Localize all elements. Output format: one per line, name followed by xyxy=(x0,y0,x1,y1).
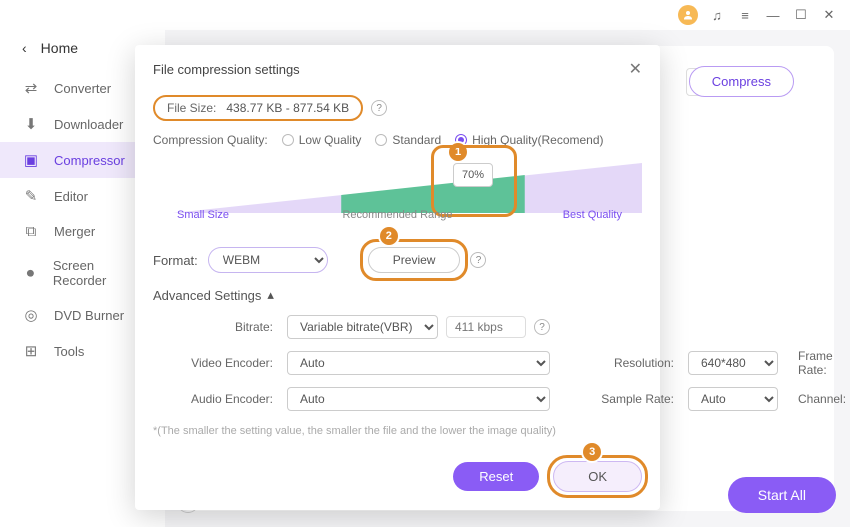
sample-rate-label: Sample Rate: xyxy=(564,392,674,406)
filesize-value: 438.77 KB - 877.54 KB xyxy=(226,101,349,115)
headset-icon[interactable]: ♫ xyxy=(708,6,726,24)
sidebar-icon: ⧉ xyxy=(22,223,40,240)
chevron-up-icon: ▴ xyxy=(267,287,274,303)
format-label: Format: xyxy=(153,253,198,268)
sidebar-item-label: Downloader xyxy=(54,117,123,132)
radio-low[interactable]: Low Quality xyxy=(282,133,362,147)
quality-label: Compression Quality: xyxy=(153,133,268,147)
highlight-3 xyxy=(547,455,648,498)
sidebar-item-label: Compressor xyxy=(54,153,125,168)
sidebar-icon: ⬇ xyxy=(22,115,40,133)
quality-note: *(The smaller the setting value, the sma… xyxy=(153,425,642,437)
home-label: Home xyxy=(41,40,78,56)
sidebar-item-label: DVD Burner xyxy=(54,308,124,323)
resolution-select[interactable]: 640*480 xyxy=(688,351,778,375)
menu-icon[interactable]: ≡ xyxy=(736,6,754,24)
radio-standard-label: Standard xyxy=(392,133,441,147)
sidebar-icon: ⇄ xyxy=(22,79,40,97)
reset-button[interactable]: Reset xyxy=(453,462,539,491)
info-icon[interactable]: ? xyxy=(371,100,387,116)
bitrate-label: Bitrate: xyxy=(153,320,273,334)
radio-low-label: Low Quality xyxy=(299,133,362,147)
start-all-button[interactable]: Start All xyxy=(728,477,836,513)
bitrate-input[interactable] xyxy=(446,316,526,338)
advanced-settings-toggle[interactable]: Advanced Settings▴ xyxy=(153,287,642,303)
resolution-label: Resolution: xyxy=(564,356,674,370)
sidebar-icon: ▣ xyxy=(22,151,40,169)
compress-button[interactable]: Compress xyxy=(689,66,794,97)
modal-title: File compression settings xyxy=(153,62,300,77)
range-mid-label: Recommended Range xyxy=(153,209,642,221)
frame-rate-label: Frame Rate: xyxy=(798,349,850,377)
sidebar-item-label: Tools xyxy=(54,344,84,359)
format-select[interactable]: WEBM xyxy=(208,247,328,273)
sidebar-item-label: Screen Recorder xyxy=(53,258,145,288)
sidebar-icon: ◎ xyxy=(22,306,40,324)
sidebar-item-label: Converter xyxy=(54,81,111,96)
step-badge-2: 2 xyxy=(380,227,398,245)
compression-settings-modal: File compression settings ✕ File Size: 4… xyxy=(135,45,660,510)
sidebar-icon: ✎ xyxy=(22,187,40,205)
sample-rate-select[interactable]: Auto xyxy=(688,387,778,411)
audio-encoder-label: Audio Encoder: xyxy=(153,392,273,406)
radio-standard[interactable]: Standard xyxy=(375,133,441,147)
quality-row: Compression Quality: Low Quality Standar… xyxy=(153,133,642,147)
info-icon[interactable]: ? xyxy=(534,319,550,335)
filesize-label: File Size: xyxy=(167,101,216,115)
video-encoder-select[interactable]: Auto xyxy=(287,351,550,375)
channel-label: Channel: xyxy=(798,392,850,406)
avatar[interactable] xyxy=(678,5,698,25)
sidebar-icon: ⊞ xyxy=(22,342,40,360)
titlebar: ♫ ≡ — ☐ ✕ xyxy=(0,0,850,30)
back-icon[interactable]: ‹ xyxy=(22,40,27,56)
sidebar-item-label: Editor xyxy=(54,189,88,204)
bitrate-select[interactable]: Variable bitrate(VBR) xyxy=(287,315,438,339)
quality-slider[interactable]: 70% Small Size Best Quality Recommended … xyxy=(153,153,642,239)
video-encoder-label: Video Encoder: xyxy=(153,356,273,370)
minimize-button[interactable]: — xyxy=(764,6,782,24)
close-button[interactable]: ✕ xyxy=(820,6,838,24)
maximize-button[interactable]: ☐ xyxy=(792,6,810,24)
sidebar-icon: ⏺ xyxy=(22,265,39,282)
highlight-2 xyxy=(360,239,469,281)
close-icon[interactable]: ✕ xyxy=(629,59,642,79)
slider-thumb[interactable]: 70% xyxy=(453,163,493,187)
sidebar-item-label: Merger xyxy=(54,224,95,239)
audio-encoder-select[interactable]: Auto xyxy=(287,387,550,411)
info-icon[interactable]: ? xyxy=(470,252,486,268)
filesize-pill: File Size: 438.77 KB - 877.54 KB xyxy=(153,95,363,121)
